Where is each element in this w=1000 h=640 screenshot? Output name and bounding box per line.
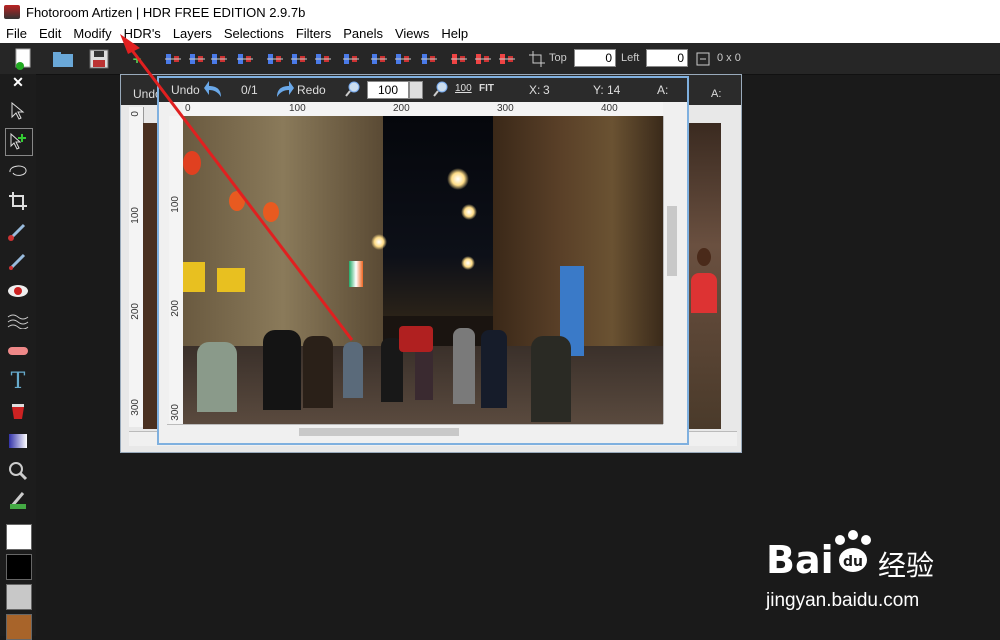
- paw-icon: du: [830, 530, 876, 581]
- watermark-brand: Bai: [766, 538, 834, 582]
- watermark-url: jingyan.baidu.com: [766, 590, 920, 611]
- watermark-brand-cn: 经验: [878, 550, 935, 581]
- svg-text:du: du: [843, 554, 863, 570]
